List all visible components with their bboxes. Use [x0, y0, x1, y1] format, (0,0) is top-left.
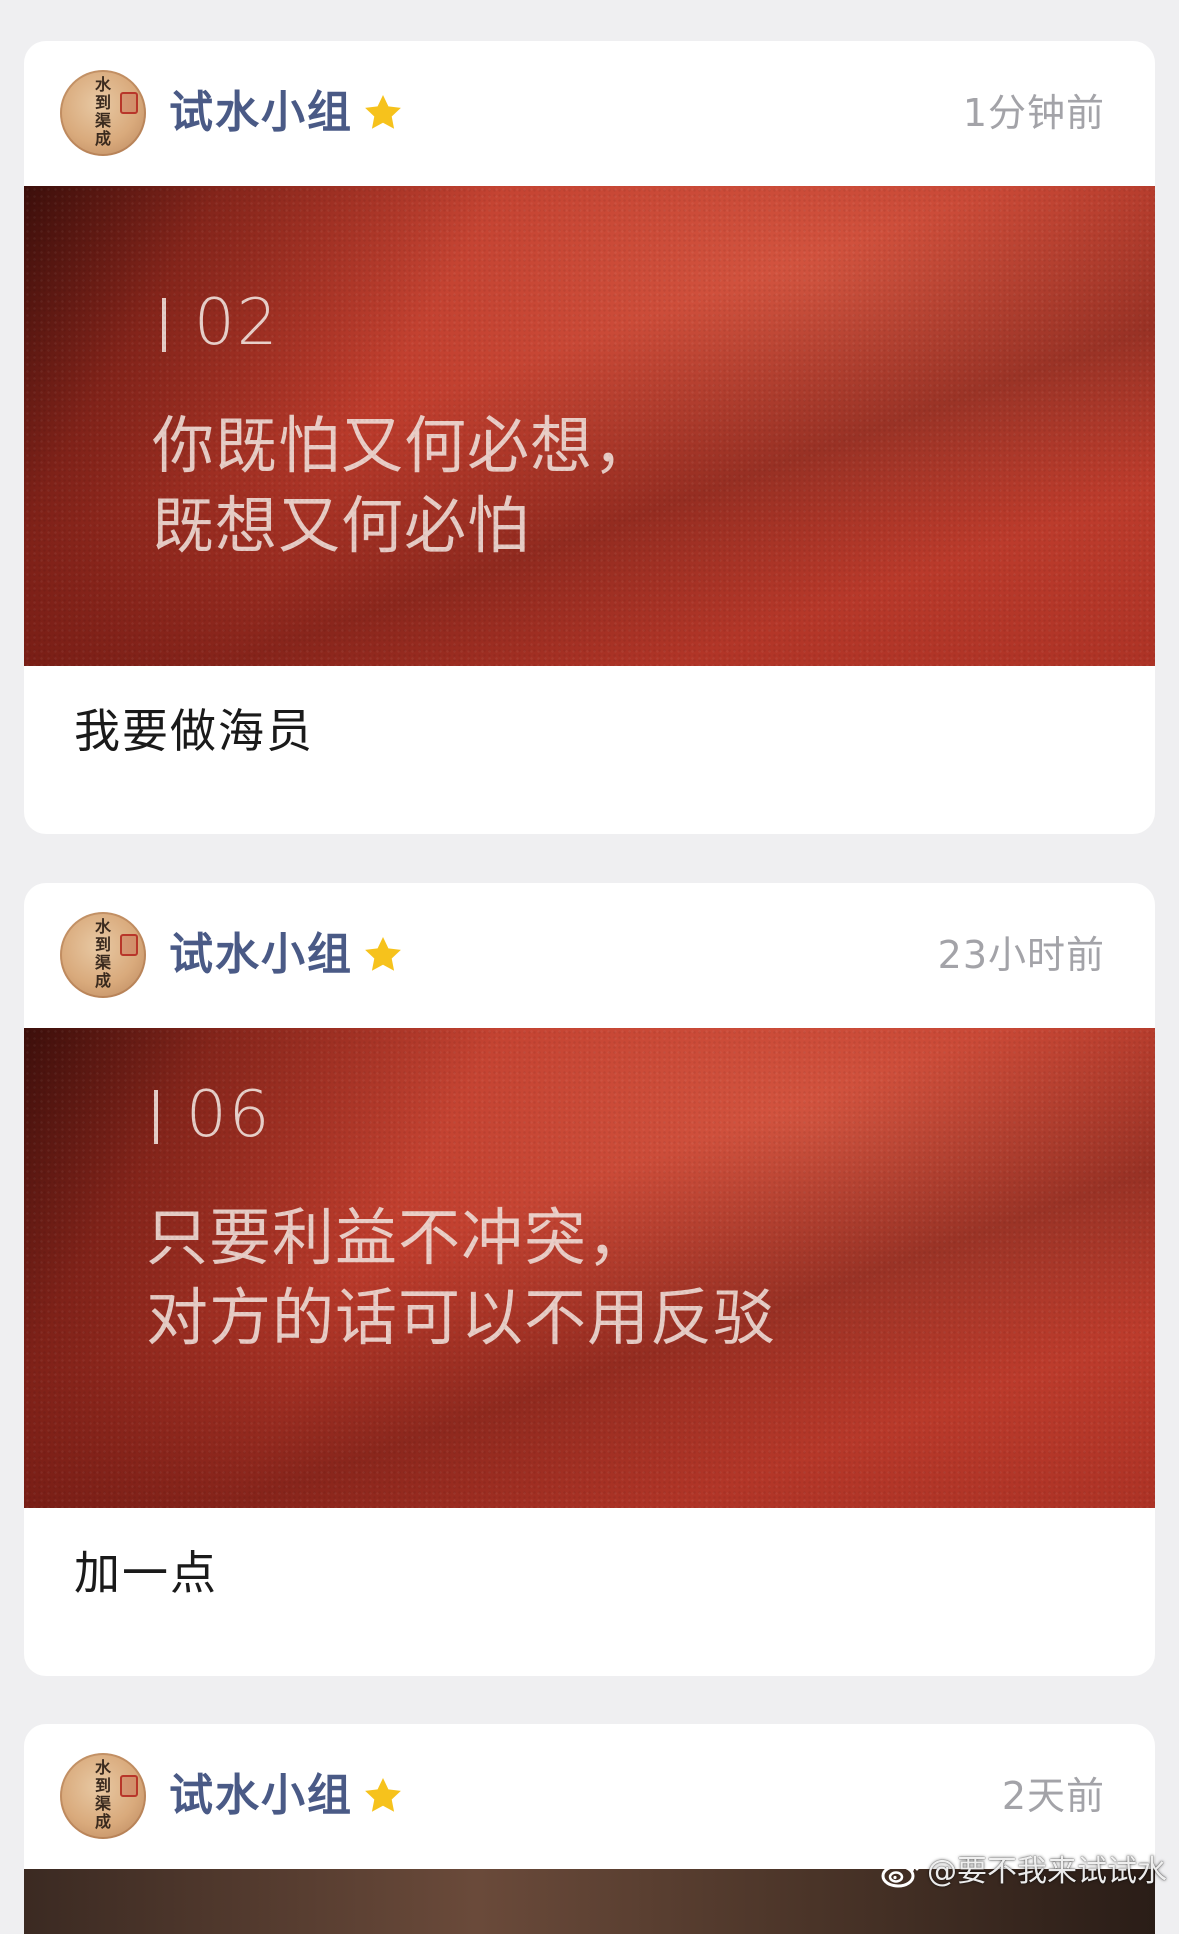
post-time: 23小时前 [937, 933, 1105, 977]
star-icon [365, 1778, 401, 1812]
avatar[interactable]: 水到渠成 [60, 912, 146, 998]
post-image[interactable]: 06 只要利益不冲突， 对方的话可以不用反驳 [24, 1028, 1155, 1508]
post-card[interactable]: 水到渠成 试水小组 1分钟前 02 你既怕又何必想， 既想又何必怕 我要做海员 [24, 41, 1155, 834]
post-card[interactable]: 水到渠成 试水小组 2天前 [24, 1724, 1155, 1934]
image-text-line-2: 既想又何必怕 [152, 489, 531, 562]
image-number: 06 [186, 1078, 272, 1152]
post-caption: 加一点 [74, 1546, 218, 1600]
seal-icon [120, 92, 138, 114]
seal-icon [120, 934, 138, 956]
author-name[interactable]: 试水小组 [169, 87, 353, 139]
author-name[interactable]: 试水小组 [169, 929, 353, 981]
image-text-line-1: 你既怕又何必想， [152, 409, 657, 482]
weibo-icon [881, 1859, 919, 1888]
seal-icon [120, 1775, 138, 1797]
star-icon [365, 937, 401, 971]
watermark-text: @要不我来试试水 [927, 1854, 1167, 1889]
watermark: @要不我来试试水 [881, 1852, 1167, 1892]
author-name[interactable]: 试水小组 [169, 1770, 353, 1822]
avatar-text: 水到渠成 [94, 1758, 111, 1831]
star-icon [365, 95, 401, 129]
image-number: 02 [194, 286, 280, 360]
image-bar-mark [154, 1090, 158, 1144]
avatar[interactable]: 水到渠成 [60, 1753, 146, 1839]
avatar-text: 水到渠成 [94, 917, 111, 990]
avatar[interactable]: 水到渠成 [60, 70, 146, 156]
image-bar-mark [162, 298, 166, 352]
post-time: 1分钟前 [962, 91, 1105, 135]
post-card[interactable]: 水到渠成 试水小组 23小时前 06 只要利益不冲突， 对方的话可以不用反驳 加… [24, 883, 1155, 1676]
post-header: 水到渠成 试水小组 23小时前 [24, 883, 1155, 1028]
post-header: 水到渠成 试水小组 2天前 [24, 1724, 1155, 1869]
post-time: 2天前 [1001, 1774, 1105, 1818]
post-image[interactable]: 02 你既怕又何必想， 既想又何必怕 [24, 186, 1155, 666]
post-caption: 我要做海员 [74, 704, 314, 758]
avatar-text: 水到渠成 [94, 75, 111, 148]
image-text-line-2: 对方的话可以不用反驳 [146, 1281, 777, 1354]
post-header: 水到渠成 试水小组 1分钟前 [24, 41, 1155, 186]
image-text-line-1: 只要利益不冲突， [146, 1201, 651, 1274]
